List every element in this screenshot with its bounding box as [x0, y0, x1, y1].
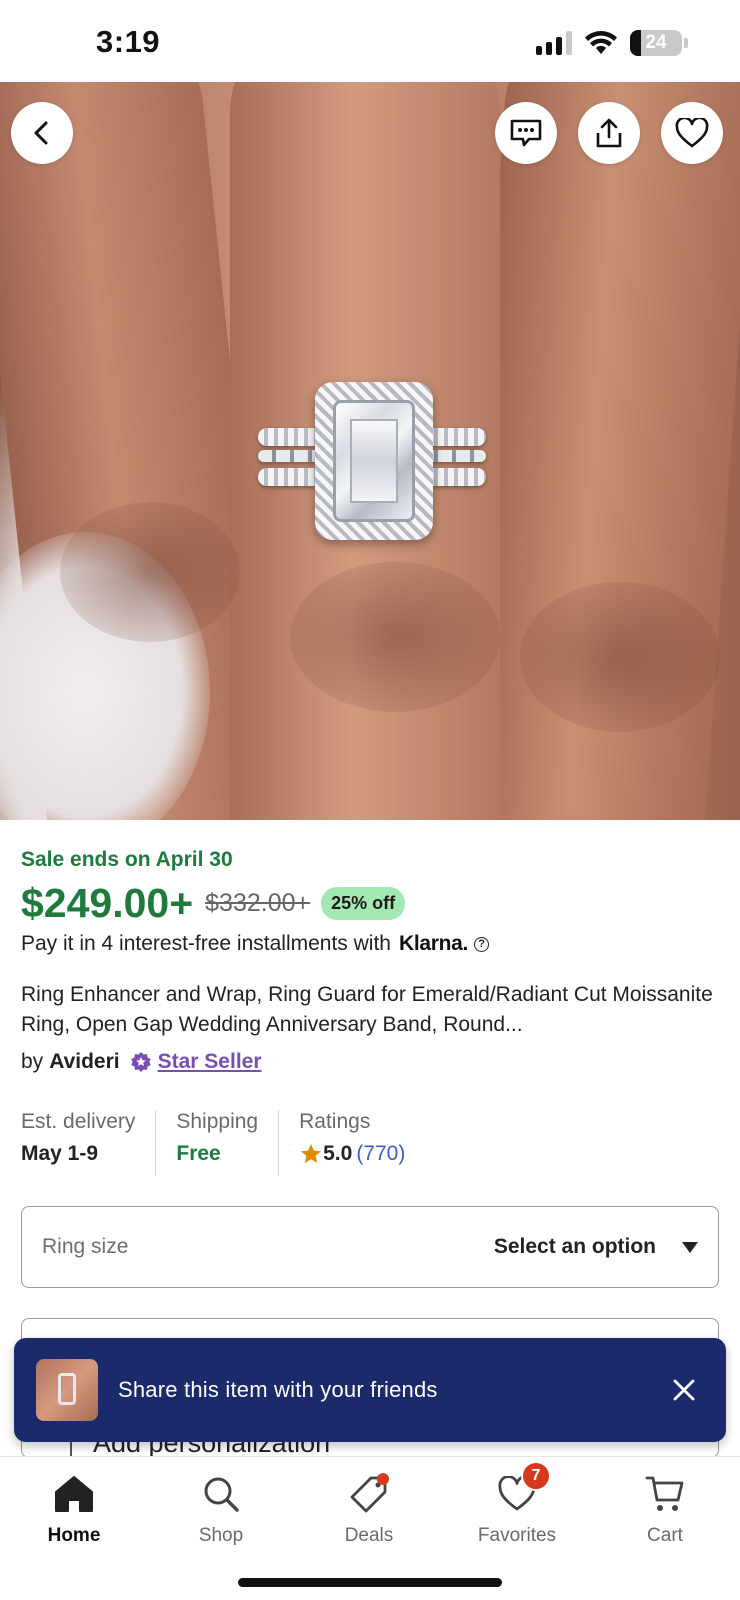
- share-toast[interactable]: Share this item with your friends: [14, 1338, 726, 1442]
- status-indicators: 24: [536, 30, 688, 56]
- seller-name-link[interactable]: Avideri: [49, 1050, 119, 1074]
- rating-score: 5.0: [323, 1142, 353, 1165]
- star-seller-badge-icon: [130, 1052, 151, 1072]
- nav-cart[interactable]: Cart: [605, 1471, 725, 1547]
- rating-count-link[interactable]: (770): [356, 1142, 405, 1166]
- delivery-info: Est. delivery May 1-9: [21, 1110, 155, 1176]
- current-price: $249.00+: [21, 880, 194, 926]
- favorites-count-badge: 7: [521, 1461, 551, 1491]
- shipping-value: Free: [176, 1142, 221, 1165]
- nav-favorites-label: Favorites: [477, 1525, 557, 1546]
- nav-home[interactable]: Home: [14, 1471, 134, 1547]
- battery-icon: 24: [630, 30, 682, 56]
- status-bar: 3:19 24: [0, 0, 740, 82]
- delivery-info-row: Est. delivery May 1-9 Shipping Free Rati…: [21, 1110, 425, 1176]
- share-icon: [596, 118, 622, 148]
- deals-notification-dot: [377, 1473, 389, 1485]
- help-icon[interactable]: ?: [474, 936, 490, 952]
- back-button[interactable]: [11, 102, 73, 164]
- installments-text: Pay it in 4 interest-free installments w…: [21, 932, 391, 955]
- nav-home-label: Home: [47, 1525, 101, 1546]
- original-price: $332.00+: [205, 889, 311, 917]
- message-seller-button[interactable]: [495, 102, 557, 164]
- home-indicator: [238, 1578, 502, 1587]
- toast-close-button[interactable]: [664, 1370, 704, 1410]
- ratings-label: Ratings: [299, 1110, 371, 1133]
- ratings-value: 5.0 (770): [299, 1142, 405, 1166]
- chevron-left-icon: [34, 121, 48, 145]
- share-button[interactable]: [578, 102, 640, 164]
- nav-shop-label: Shop: [198, 1525, 244, 1546]
- shipping-label: Shipping: [176, 1110, 259, 1133]
- caret-down-icon: [682, 1241, 698, 1253]
- ring-size-label: Ring size: [42, 1235, 129, 1258]
- product-title: Ring Enhancer and Wrap, Ring Guard for E…: [21, 983, 713, 1036]
- home-icon: [55, 1476, 93, 1512]
- status-time: 3:19: [96, 24, 161, 59]
- discount-badge: 25% off: [321, 887, 406, 920]
- wifi-icon: [585, 31, 617, 54]
- nav-cart-label: Cart: [647, 1525, 683, 1546]
- shipping-info: Shipping Free: [155, 1110, 278, 1176]
- klarna-logo: Klarna.: [398, 932, 469, 955]
- battery-level: 24: [645, 32, 667, 53]
- close-icon: [673, 1379, 695, 1401]
- delivery-label: Est. delivery: [21, 1110, 136, 1133]
- star-seller-link[interactable]: Star Seller: [158, 1050, 262, 1074]
- ratings-info[interactable]: Ratings 5.0 (770): [278, 1110, 425, 1176]
- cart-icon: [645, 1476, 684, 1511]
- toast-text: Share this item with your friends: [118, 1377, 438, 1402]
- installments-row: Pay it in 4 interest-free installments w…: [21, 932, 490, 956]
- product-image[interactable]: [0, 82, 740, 820]
- toast-product-thumbnail: [36, 1359, 98, 1421]
- nav-favorites[interactable]: 7 Favorites: [457, 1461, 577, 1547]
- seller-row: by Avideri Star Seller: [21, 1050, 262, 1074]
- heart-icon: [675, 118, 709, 148]
- by-label: by: [21, 1050, 44, 1073]
- nav-deals[interactable]: Deals: [309, 1471, 429, 1547]
- ring-size-select[interactable]: Ring size Select an option: [21, 1206, 719, 1288]
- delivery-value: May 1-9: [21, 1142, 99, 1165]
- nav-shop[interactable]: Shop: [161, 1471, 281, 1547]
- search-icon: [204, 1477, 239, 1512]
- star-icon: [301, 1144, 322, 1163]
- favorite-button[interactable]: [661, 102, 723, 164]
- chat-icon: [510, 119, 542, 147]
- cellular-signal-icon: [536, 31, 572, 55]
- sale-ends-text: Sale ends on April 30: [21, 848, 233, 871]
- ring-size-value: Select an option: [493, 1235, 656, 1258]
- nav-deals-label: Deals: [344, 1525, 394, 1546]
- price-row: $249.00+ $332.00+ 25% off: [21, 880, 406, 927]
